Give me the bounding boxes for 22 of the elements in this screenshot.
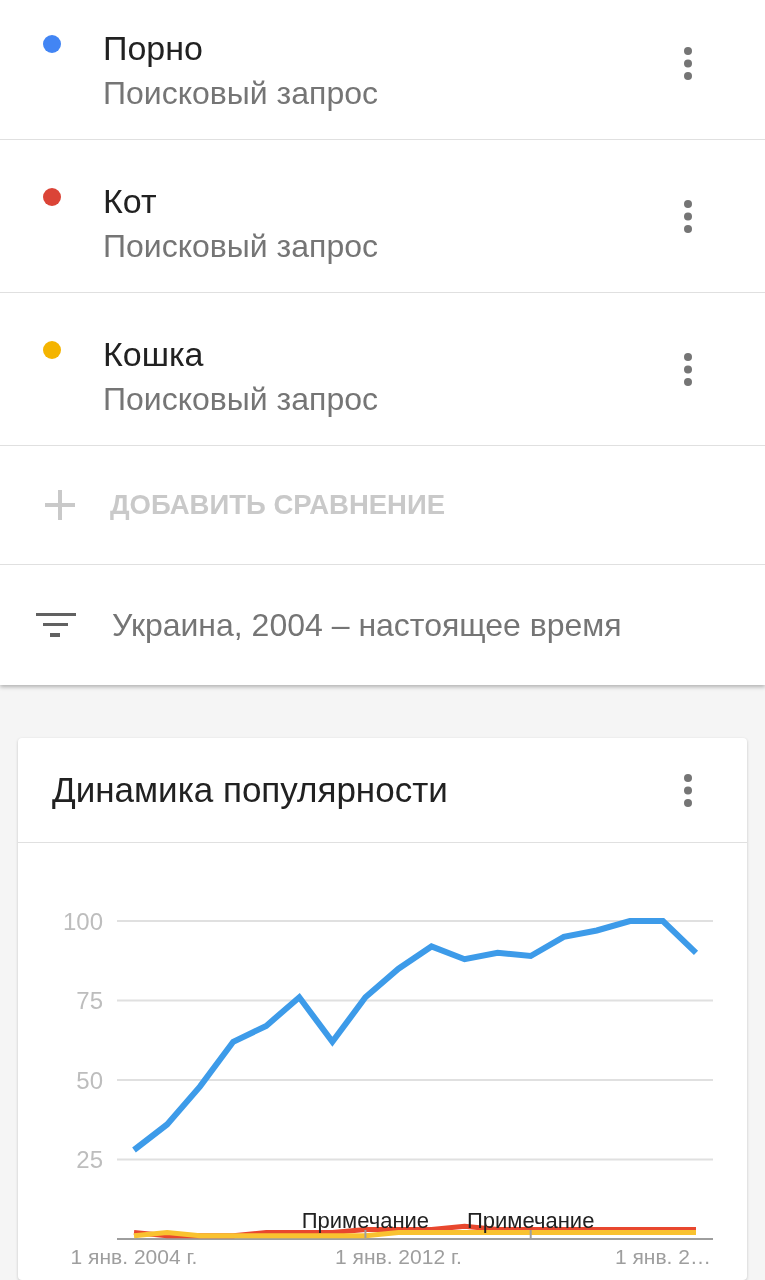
filter-icon[interactable] xyxy=(36,613,76,637)
y-axis-label: 25 xyxy=(76,1146,103,1173)
card-title: Динамика популярности xyxy=(52,770,448,810)
search-term[interactable]: Кошка xyxy=(103,336,204,372)
x-axis-label: 1 янв. 2012 г. xyxy=(335,1244,462,1268)
note-label[interactable]: Примечание xyxy=(467,1207,595,1233)
more-options-icon[interactable] xyxy=(684,200,692,233)
y-axis-label: 50 xyxy=(76,1066,103,1094)
filter-summary[interactable]: Украина, 2004 – настоящее время xyxy=(112,606,622,644)
term-type-label: Поисковый запрос xyxy=(103,229,378,263)
term-type-label: Поисковый запрос xyxy=(103,382,378,416)
term-type-label: Поисковый запрос xyxy=(103,76,378,110)
more-options-icon[interactable] xyxy=(684,47,692,80)
note-label[interactable]: Примечание xyxy=(301,1207,430,1233)
more-options-icon[interactable] xyxy=(684,353,692,386)
y-axis-label: 100 xyxy=(62,907,103,935)
y-axis-label: 75 xyxy=(76,987,103,1014)
search-term[interactable]: Порно xyxy=(103,30,203,66)
x-axis-label: 1 янв. 2004 г. xyxy=(70,1244,198,1268)
more-options-icon[interactable] xyxy=(684,773,692,807)
x-axis-label: 1 янв. 2… xyxy=(614,1244,711,1268)
search-term[interactable]: Кот xyxy=(103,183,157,219)
